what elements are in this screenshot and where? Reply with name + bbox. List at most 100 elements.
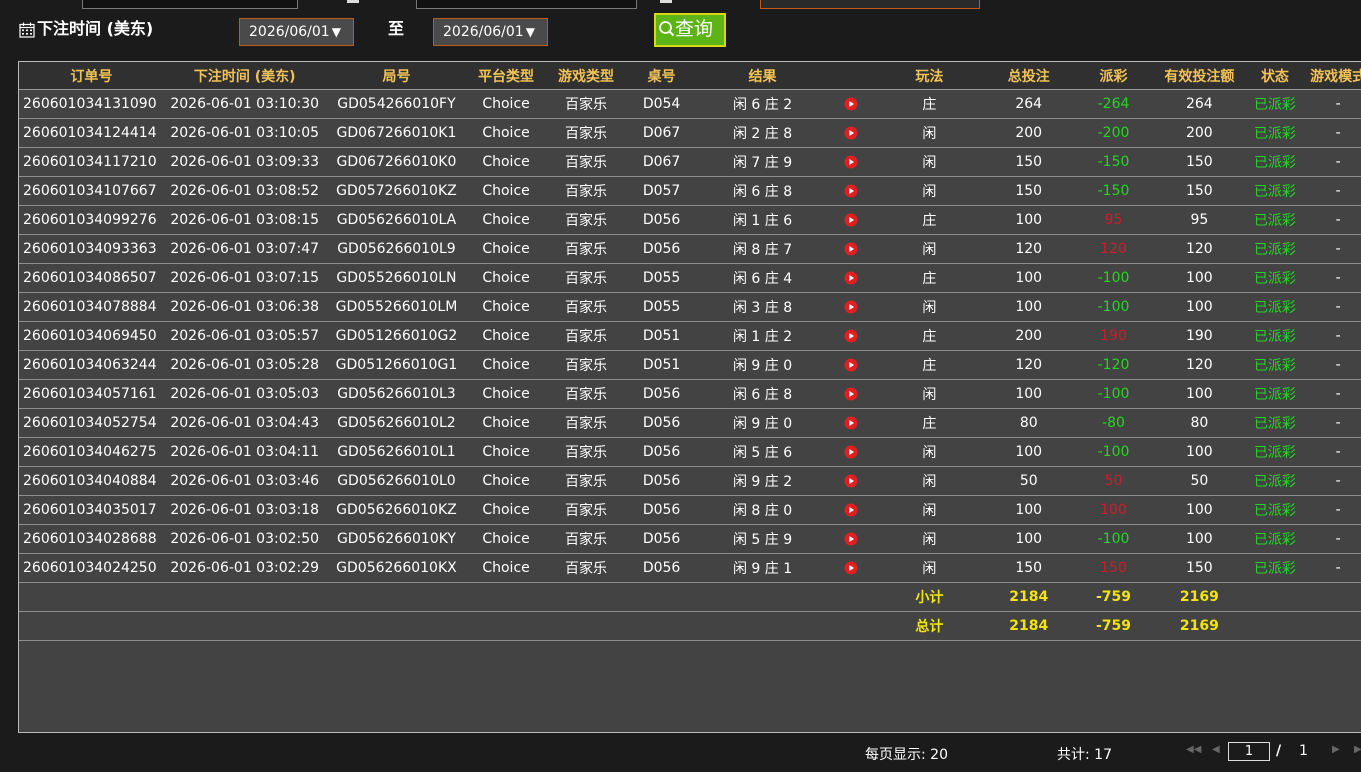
play-video-icon[interactable] <box>844 387 858 401</box>
table-row: 260601034117210 2026-06-01 03:09:33 GD0672… <box>19 147 1361 177</box>
cell-replay <box>828 553 873 583</box>
cell-game-type: 百家乐 <box>544 321 628 351</box>
play-video-icon[interactable] <box>844 213 858 227</box>
cell-game-type: 百家乐 <box>544 176 628 206</box>
cell-order-number: 260601034086507 <box>19 263 164 293</box>
cell-game-type: 百家乐 <box>544 466 628 496</box>
cell-replay <box>828 524 873 554</box>
cell-total-bet: 200 <box>986 118 1071 148</box>
cell-bet-time: 2026-06-01 03:02:29 <box>163 553 326 583</box>
next-page-icon[interactable]: ▶ <box>1332 744 1340 755</box>
cell-payout: -100 <box>1070 524 1157 554</box>
cell-valid-bet: 120 <box>1156 234 1243 264</box>
cell-replay <box>828 263 873 293</box>
prev-page-icon[interactable]: ◀ <box>1212 744 1220 755</box>
table-row: 260601034035017 2026-06-01 03:03:18 GD0562… <box>19 495 1361 525</box>
cell-game-mode: - <box>1307 524 1361 554</box>
play-video-icon[interactable] <box>844 445 858 459</box>
cell-total-bet: 120 <box>986 350 1071 380</box>
cell-order-number: 260601034024250 <box>19 553 164 583</box>
start-date-value: 2026/06/01 <box>249 24 330 40</box>
cell-order-number: 260601034099276 <box>19 205 164 235</box>
order-number-input[interactable] <box>82 0 298 9</box>
cell-table-number: D056 <box>627 379 697 409</box>
cell-game-type: 百家乐 <box>544 495 628 525</box>
cell-valid-bet: 50 <box>1156 466 1243 496</box>
cell-result: 闲 9 庄 0 <box>696 350 829 380</box>
cell-total-bet: 100 <box>986 292 1071 322</box>
cell-payout: -264 <box>1070 89 1157 119</box>
last-page-icon[interactable]: ▶▶ <box>1354 744 1361 755</box>
cell-game-mode: - <box>1307 437 1361 467</box>
play-video-icon[interactable] <box>844 271 858 285</box>
summary-spacer <box>19 611 873 641</box>
cell-status: 已派彩 <box>1242 176 1308 206</box>
current-page-input[interactable] <box>1228 742 1270 761</box>
round-number-input[interactable] <box>416 0 637 9</box>
cell-round-number: GD055266010LM <box>325 292 468 322</box>
summary-payout: -759 <box>1070 611 1157 641</box>
cell-total-bet: 150 <box>986 147 1071 177</box>
cell-round-number: GD051266010G2 <box>325 321 468 351</box>
cell-bet-time: 2026-06-01 03:04:11 <box>163 437 326 467</box>
summary-valid-bet: 2169 <box>1156 582 1243 612</box>
cell-table-number: D067 <box>627 147 697 177</box>
table-row: 260601034099276 2026-06-01 03:08:15 GD0562… <box>19 205 1361 235</box>
cell-play-type: 庄 <box>872 321 987 351</box>
table-header-row: 订单号 下注时间 (美东) 局号 平台类型 游戏类型 桌号 结果 玩法 总投注 派彩 有效投注额 状态… <box>19 62 1361 90</box>
play-video-icon[interactable] <box>844 416 858 430</box>
platform-select[interactable] <box>760 0 980 9</box>
cell-game-type: 百家乐 <box>544 234 628 264</box>
cell-platform-type: Choice <box>467 89 545 119</box>
table-row: 260601034040884 2026-06-01 03:03:46 GD0562… <box>19 466 1361 496</box>
table-row: 260601034124414 2026-06-01 03:10:05 GD0672… <box>19 118 1361 148</box>
cell-replay <box>828 176 873 206</box>
play-video-icon[interactable] <box>844 126 858 140</box>
cell-total-bet: 150 <box>986 176 1071 206</box>
cell-valid-bet: 80 <box>1156 408 1243 438</box>
cell-game-type: 百家乐 <box>544 118 628 148</box>
cell-game-mode: - <box>1307 89 1361 119</box>
first-page-icon[interactable]: ◀◀ <box>1186 744 1201 755</box>
play-video-icon[interactable] <box>844 300 858 314</box>
play-video-icon[interactable] <box>844 329 858 343</box>
cell-round-number: GD056266010L2 <box>325 408 468 438</box>
cell-total-bet: 100 <box>986 524 1071 554</box>
cell-result: 闲 5 庄 6 <box>696 437 829 467</box>
cell-status: 已派彩 <box>1242 379 1308 409</box>
play-video-icon[interactable] <box>844 358 858 372</box>
cell-bet-time: 2026-06-01 03:06:38 <box>163 292 326 322</box>
play-video-icon[interactable] <box>844 155 858 169</box>
total-count-text: 共计: 17 <box>1057 747 1112 763</box>
cell-play-type: 庄 <box>872 350 987 380</box>
subtotal-row: 小计 2184 -759 2169 <box>19 582 1361 612</box>
cell-table-number: D056 <box>627 553 697 583</box>
cell-play-type: 庄 <box>872 205 987 235</box>
cell-valid-bet: 100 <box>1156 495 1243 525</box>
query-button[interactable]: 查询 <box>654 13 726 47</box>
cell-round-number: GD055266010LN <box>325 263 468 293</box>
play-video-icon[interactable] <box>844 184 858 198</box>
end-date-select[interactable]: 2026/06/01 ▼ <box>433 18 548 46</box>
cell-game-type: 百家乐 <box>544 379 628 409</box>
cell-table-number: D051 <box>627 350 697 380</box>
cell-payout: -150 <box>1070 147 1157 177</box>
table-row: 260601034057161 2026-06-01 03:05:03 GD0562… <box>19 379 1361 409</box>
cell-result: 闲 9 庄 0 <box>696 408 829 438</box>
cell-replay <box>828 234 873 264</box>
play-video-icon[interactable] <box>844 97 858 111</box>
play-video-icon[interactable] <box>844 474 858 488</box>
header-replay <box>828 62 873 90</box>
play-video-icon[interactable] <box>844 503 858 517</box>
cell-total-bet: 80 <box>986 408 1071 438</box>
play-video-icon[interactable] <box>844 242 858 256</box>
start-date-select[interactable]: 2026/06/01 ▼ <box>239 18 354 46</box>
play-video-icon[interactable] <box>844 532 858 546</box>
play-video-icon[interactable] <box>844 561 858 575</box>
cell-bet-time: 2026-06-01 03:04:43 <box>163 408 326 438</box>
cell-bet-time: 2026-06-01 03:10:30 <box>163 89 326 119</box>
dropdown-arrow-icon: ▼ <box>525 25 535 39</box>
cell-table-number: D056 <box>627 495 697 525</box>
cell-replay <box>828 89 873 119</box>
cell-replay <box>828 147 873 177</box>
